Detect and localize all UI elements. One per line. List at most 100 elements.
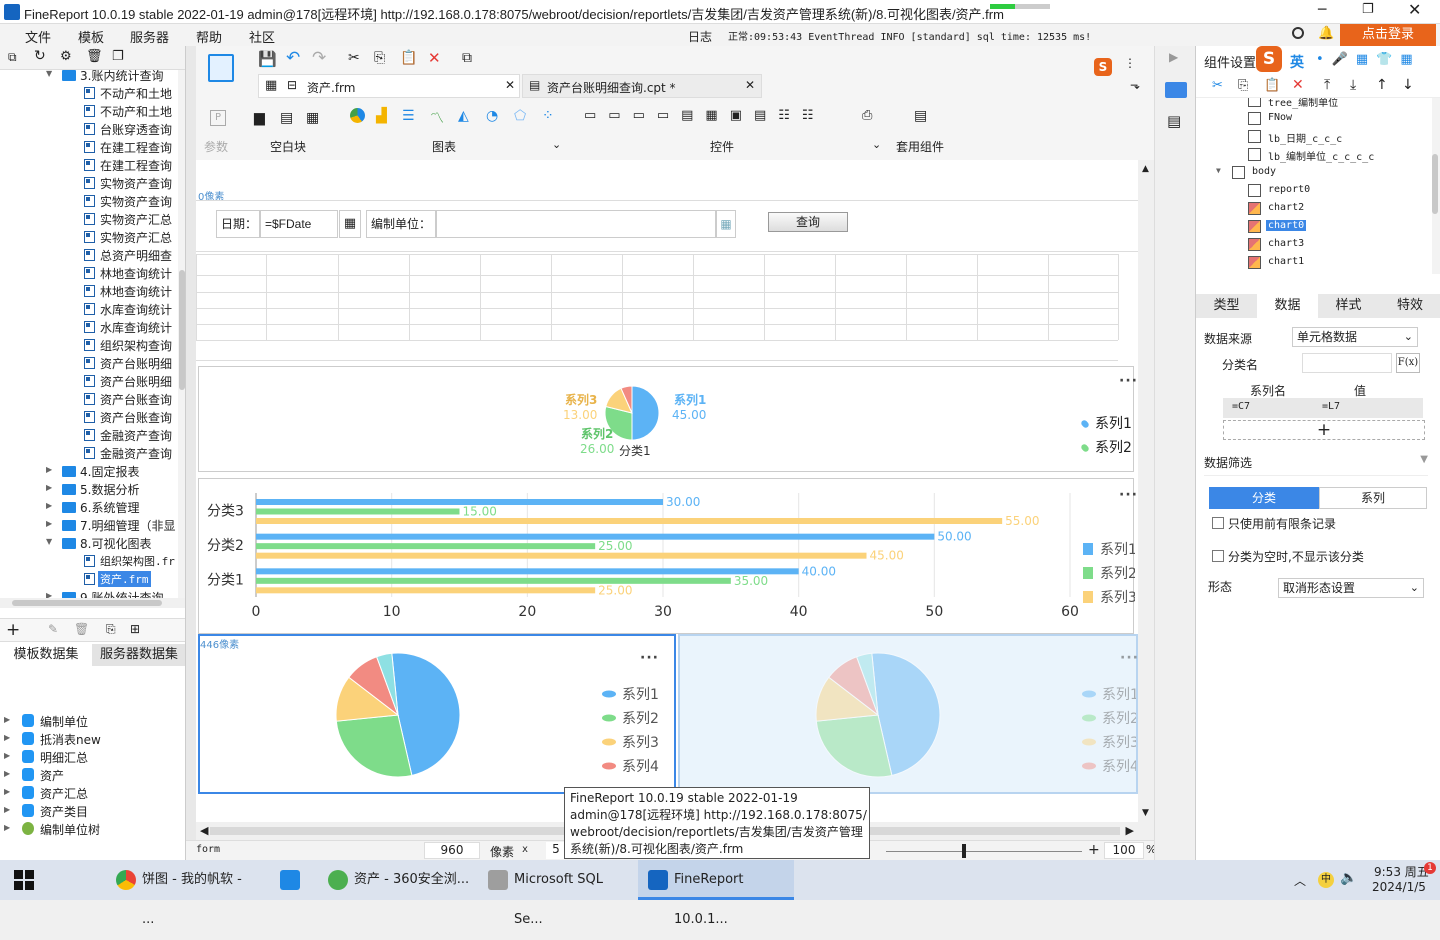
save-icon[interactable]: 💾 xyxy=(258,50,277,68)
tree-item[interactable]: 实物资产汇总 xyxy=(0,210,178,228)
component-lib-icon[interactable] xyxy=(1165,82,1187,98)
value-cell[interactable]: =L7 xyxy=(1322,401,1340,412)
param-icon[interactable]: P xyxy=(210,110,226,126)
dataset-tab-template[interactable]: 模板数据集 xyxy=(0,644,92,666)
tab-style[interactable]: 样式 xyxy=(1318,294,1379,318)
zoom-input[interactable]: 100 xyxy=(1104,842,1144,859)
unit-input[interactable] xyxy=(436,210,716,238)
widget-tree-item[interactable]: chart0 xyxy=(1196,218,1432,236)
search-app-icon[interactable] xyxy=(60,860,104,900)
menu-help[interactable]: 帮助 xyxy=(196,27,222,46)
filter-tab-series[interactable]: 系列 xyxy=(1319,487,1427,509)
tree-item[interactable]: 水库查询统计 xyxy=(0,318,178,336)
search-icon[interactable] xyxy=(1292,27,1304,39)
tree-item[interactable]: 总资产明细查 xyxy=(0,246,178,264)
dataset-item[interactable]: ▶ 资产 xyxy=(0,766,185,784)
tree-folder[interactable]: ▼ 3.账内统计查询 xyxy=(0,70,178,84)
block-icon-1[interactable]: ▆ xyxy=(254,110,265,126)
dataset-item[interactable]: ▶ 资产汇总 xyxy=(0,784,185,802)
template-component-icon[interactable]: ▤ xyxy=(914,108,927,124)
dataset-item[interactable]: ▶ 抵消表new xyxy=(0,730,185,748)
gauge-chart-icon[interactable]: ◔ xyxy=(486,108,498,124)
filter-header[interactable]: 数据筛选 ▼ xyxy=(1204,454,1428,476)
doc-tab-cpt[interactable]: ▤ 资产台账明细查询.cpt * ✕ xyxy=(522,74,762,98)
tree-item[interactable]: 林地查询统计 xyxy=(0,282,178,300)
collapse-arrow-icon[interactable]: ▶ xyxy=(46,483,52,492)
widget-tree-item[interactable]: tree_编制单位 xyxy=(1196,98,1432,110)
tree-item[interactable]: 实物资产查询 xyxy=(0,192,178,210)
tree-folder[interactable]: ▶ 7.明细管理（非显 xyxy=(0,516,178,534)
delete-icon[interactable]: ✕ xyxy=(1292,77,1304,93)
shape-select[interactable]: 取消形态设置 ⌄ xyxy=(1278,578,1424,598)
unit-picker-icon[interactable]: ▦ xyxy=(716,210,736,238)
login-button[interactable]: 点击登录 xyxy=(1340,24,1436,46)
widget-tree-item[interactable]: ▼ body xyxy=(1196,164,1432,182)
expand-arrow-icon[interactable]: ▶ xyxy=(4,751,10,760)
tab-effect[interactable]: 特效 xyxy=(1379,294,1440,318)
paste-icon[interactable]: 📋 xyxy=(1264,78,1280,93)
tray-arrow-icon[interactable]: ︿ xyxy=(1294,872,1306,889)
open-icon[interactable]: ⧉ xyxy=(8,50,17,65)
tree-item[interactable]: 资产台账明细 xyxy=(0,354,178,372)
more-icon[interactable]: ⋮ xyxy=(1124,56,1136,70)
series-cell[interactable]: =C7 xyxy=(1232,401,1250,412)
tree-item[interactable]: 在建工程查询 xyxy=(0,156,178,174)
widget-tree-item[interactable]: chart2 xyxy=(1196,200,1432,218)
maximize-button[interactable]: ❐ xyxy=(1362,2,1374,17)
tab-data[interactable]: 数据 xyxy=(1257,294,1318,318)
expand-arrow-icon[interactable]: ▶ xyxy=(4,769,10,778)
layout-icon[interactable]: ▤ xyxy=(1167,112,1181,130)
dropdown-arrow-icon[interactable]: ⬎ xyxy=(1130,78,1140,92)
edit-icon[interactable]: ✎ xyxy=(48,622,58,636)
tree-item[interactable]: 实物资产汇总 xyxy=(0,228,178,246)
move-bottom-icon[interactable]: ⤓ xyxy=(1350,77,1356,93)
close-window-button[interactable]: ✕ xyxy=(1408,0,1421,19)
bar-chart-icon[interactable]: ▟ xyxy=(376,108,387,124)
tree-item[interactable]: 实物资产查询 xyxy=(0,174,178,192)
line-chart-icon[interactable]: 〽 xyxy=(430,108,444,128)
tree-item[interactable]: 资产台账查询 xyxy=(0,390,178,408)
zoom-thumb[interactable] xyxy=(962,844,966,858)
widget-icon-row[interactable]: ▭▭▭▭▤▦▣▤☷☷ xyxy=(584,108,826,123)
tree-folder[interactable]: ▶ 5.数据分析 xyxy=(0,480,178,498)
remove-icon[interactable]: 🗑 xyxy=(74,622,89,636)
widget-tree-item[interactable]: lb_日期_c_c_c xyxy=(1196,128,1432,146)
date-input[interactable]: =$FDate xyxy=(260,210,338,238)
widget-tree-item[interactable]: report0 xyxy=(1196,182,1432,200)
tree-hscroll[interactable] xyxy=(0,598,185,608)
widget-tree-item[interactable]: FNow xyxy=(1196,110,1432,128)
collapse-arrow-icon[interactable]: ▶ xyxy=(46,519,52,528)
report-grid[interactable] xyxy=(196,254,1138,361)
radar-chart-icon[interactable]: ⬠ xyxy=(514,108,526,124)
tree-folder[interactable]: ▶ 6.系统管理 xyxy=(0,498,178,516)
tree-folder[interactable]: ▶ 9.账外统计查询 xyxy=(0,588,178,598)
tree-item[interactable]: 不动产和土地 xyxy=(0,102,178,120)
redo-icon[interactable]: ↷ xyxy=(312,48,326,68)
collapse-arrow-icon[interactable]: ▶ xyxy=(46,501,52,510)
close-tab-icon[interactable]: ✕ xyxy=(505,78,515,92)
x-input[interactable]: 5 xyxy=(546,842,566,859)
block-icon-2[interactable]: ▤ xyxy=(280,110,293,126)
ime-indicator[interactable]: 中 xyxy=(1318,872,1334,888)
doc-tab-zichan[interactable]: ▦ ⊟ 资产.frm ✕ xyxy=(258,74,520,98)
refresh-icon[interactable]: ↻ xyxy=(34,48,46,64)
taskbar-app-sql[interactable]: Microsoft SQL Se... xyxy=(478,860,630,927)
undo-icon[interactable]: ↶ xyxy=(286,48,300,68)
area-chart-icon[interactable]: ◭ xyxy=(458,108,469,124)
expand-arrow-icon[interactable]: ▼ xyxy=(46,537,52,546)
zoom-in-icon[interactable]: + xyxy=(1088,842,1100,858)
tree-folder[interactable]: ▶ 4.固定报表 xyxy=(0,462,178,480)
hbar-chart-icon[interactable]: ☰ xyxy=(402,108,415,124)
dataset-item[interactable]: ▶ 明细汇总 xyxy=(0,748,185,766)
delete-tool-icon[interactable]: ✕ xyxy=(428,49,441,67)
filter-tab-category[interactable]: 分类 xyxy=(1209,487,1319,509)
widget-tree-item[interactable]: chart1 xyxy=(1196,254,1432,272)
sogou-icon[interactable]: S xyxy=(1094,58,1112,76)
preview-tool-icon[interactable]: ⧉ xyxy=(462,50,472,66)
expand-arrow-icon[interactable]: ▶ xyxy=(4,805,10,814)
volume-icon[interactable]: 🔈 xyxy=(1340,870,1357,886)
formula-button[interactable]: F(x) xyxy=(1396,353,1420,373)
tree-scrollbar[interactable] xyxy=(178,70,185,598)
dataset-item[interactable]: ▶ 编制单位 xyxy=(0,712,185,730)
data-source-select[interactable]: 单元格数据 ⌄ xyxy=(1292,327,1418,347)
